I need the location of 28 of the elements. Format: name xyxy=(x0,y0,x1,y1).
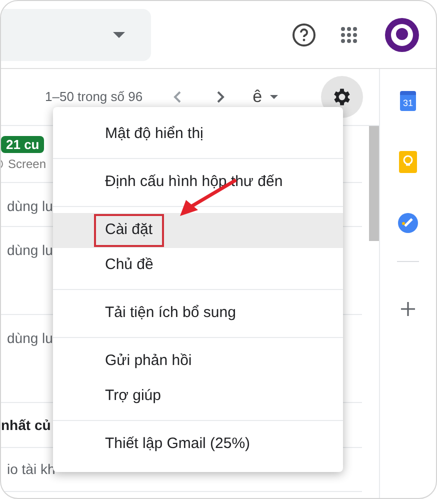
next-page-icon[interactable] xyxy=(216,91,225,103)
caret-icon xyxy=(113,32,125,38)
email-subject: nhất củ xyxy=(1,416,51,435)
menu-item[interactable]: Trợ giúp xyxy=(53,379,343,414)
email-snippet: dùng lu xyxy=(6,197,53,216)
previous-page-icon[interactable] xyxy=(172,91,181,103)
input-tools-button[interactable]: ê xyxy=(252,84,278,110)
label-badge: 21 cu xyxy=(1,136,44,153)
pagination-text: 1–50 trong số 96 xyxy=(45,88,143,106)
attachment-name: Screen xyxy=(8,156,46,173)
menu-item[interactable]: Mật độ hiển thị xyxy=(53,117,343,152)
avatar[interactable] xyxy=(384,16,420,52)
apps-grid-icon[interactable] xyxy=(340,26,358,44)
menu-item[interactable]: Tải tiện ích bổ sung xyxy=(53,296,343,331)
menu-item[interactable]: Cài đặt xyxy=(53,213,343,248)
menu-item[interactable]: Thiết lập Gmail (25%) xyxy=(53,427,343,462)
tasks-icon[interactable] xyxy=(398,213,418,233)
scrollbar[interactable] xyxy=(369,126,379,241)
menu-item[interactable]: Chủ đề xyxy=(53,248,343,283)
highlight-frame: Cài đặt xyxy=(94,214,164,247)
calendar-icon[interactable]: 31 xyxy=(400,91,416,111)
help-icon[interactable] xyxy=(292,22,316,46)
plus-icon[interactable] xyxy=(401,302,415,316)
search-field[interactable] xyxy=(1,8,151,60)
menu-item[interactable]: Gửi phản hồi xyxy=(53,344,343,379)
email-snippet: dùng lu xyxy=(6,329,53,348)
email-snippet: dùng lu xyxy=(6,241,53,260)
caret-icon xyxy=(270,95,278,99)
